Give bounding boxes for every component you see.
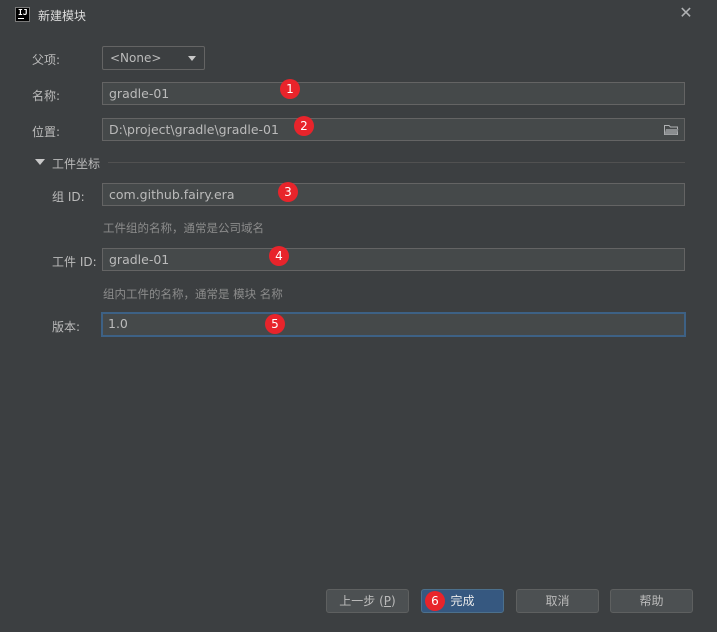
previous-button-label: 上一步 ( xyxy=(339,594,384,608)
location-input[interactable]: D:\project\gradle\gradle-01 xyxy=(102,118,685,141)
parent-label: 父项: xyxy=(32,53,61,67)
finish-button-label: 完成 xyxy=(450,594,475,608)
annotation-badge-4: 4 xyxy=(269,246,289,266)
folder-icon[interactable] xyxy=(664,124,679,135)
app-icon-text: IJ xyxy=(18,8,28,17)
artifact-section-title[interactable]: 工件坐标 xyxy=(52,155,100,172)
version-input[interactable]: 1.0 xyxy=(101,312,686,337)
annotation-badge-3: 3 xyxy=(278,182,298,202)
group-id-input[interactable]: com.github.fairy.era xyxy=(102,183,685,206)
annotation-badge-6: 6 xyxy=(425,591,445,611)
cancel-button[interactable]: 取消 xyxy=(516,589,599,613)
section-divider xyxy=(108,162,685,163)
help-button[interactable]: 帮助 xyxy=(610,589,693,613)
name-label: 名称: xyxy=(32,89,61,103)
artifact-id-hint: 组内工件的名称，通常是 模块 名称 xyxy=(103,287,283,301)
cancel-button-label: 取消 xyxy=(545,594,570,608)
group-id-hint: 工件组的名称，通常是公司域名 xyxy=(103,221,264,235)
intellij-logo-icon: IJ xyxy=(15,7,30,22)
title-bar: IJ 新建模块 ✕ xyxy=(0,0,717,30)
parent-select[interactable]: <None> xyxy=(102,46,205,70)
window-title: 新建模块 xyxy=(38,9,87,23)
previous-button-suffix: ) xyxy=(391,594,396,608)
chevron-down-icon xyxy=(188,56,196,61)
annotation-badge-5: 5 xyxy=(265,314,285,334)
version-label: 版本: xyxy=(52,320,81,334)
collapse-caret-icon[interactable] xyxy=(35,159,45,165)
parent-select-value: <None> xyxy=(110,51,162,65)
close-icon[interactable]: ✕ xyxy=(677,4,695,22)
name-input[interactable]: gradle-01 xyxy=(102,82,685,105)
previous-button[interactable]: 上一步 (P) xyxy=(326,589,409,613)
previous-button-mnemonic: P xyxy=(383,594,392,608)
annotation-badge-1: 1 xyxy=(280,79,300,99)
location-label: 位置: xyxy=(32,125,61,139)
annotation-badge-2: 2 xyxy=(294,116,314,136)
artifact-id-label: 工件 ID: xyxy=(52,255,97,269)
help-button-label: 帮助 xyxy=(639,594,664,608)
artifact-id-input[interactable]: gradle-01 xyxy=(102,248,685,271)
group-id-label: 组 ID: xyxy=(52,190,85,204)
location-value: D:\project\gradle\gradle-01 xyxy=(109,122,279,137)
